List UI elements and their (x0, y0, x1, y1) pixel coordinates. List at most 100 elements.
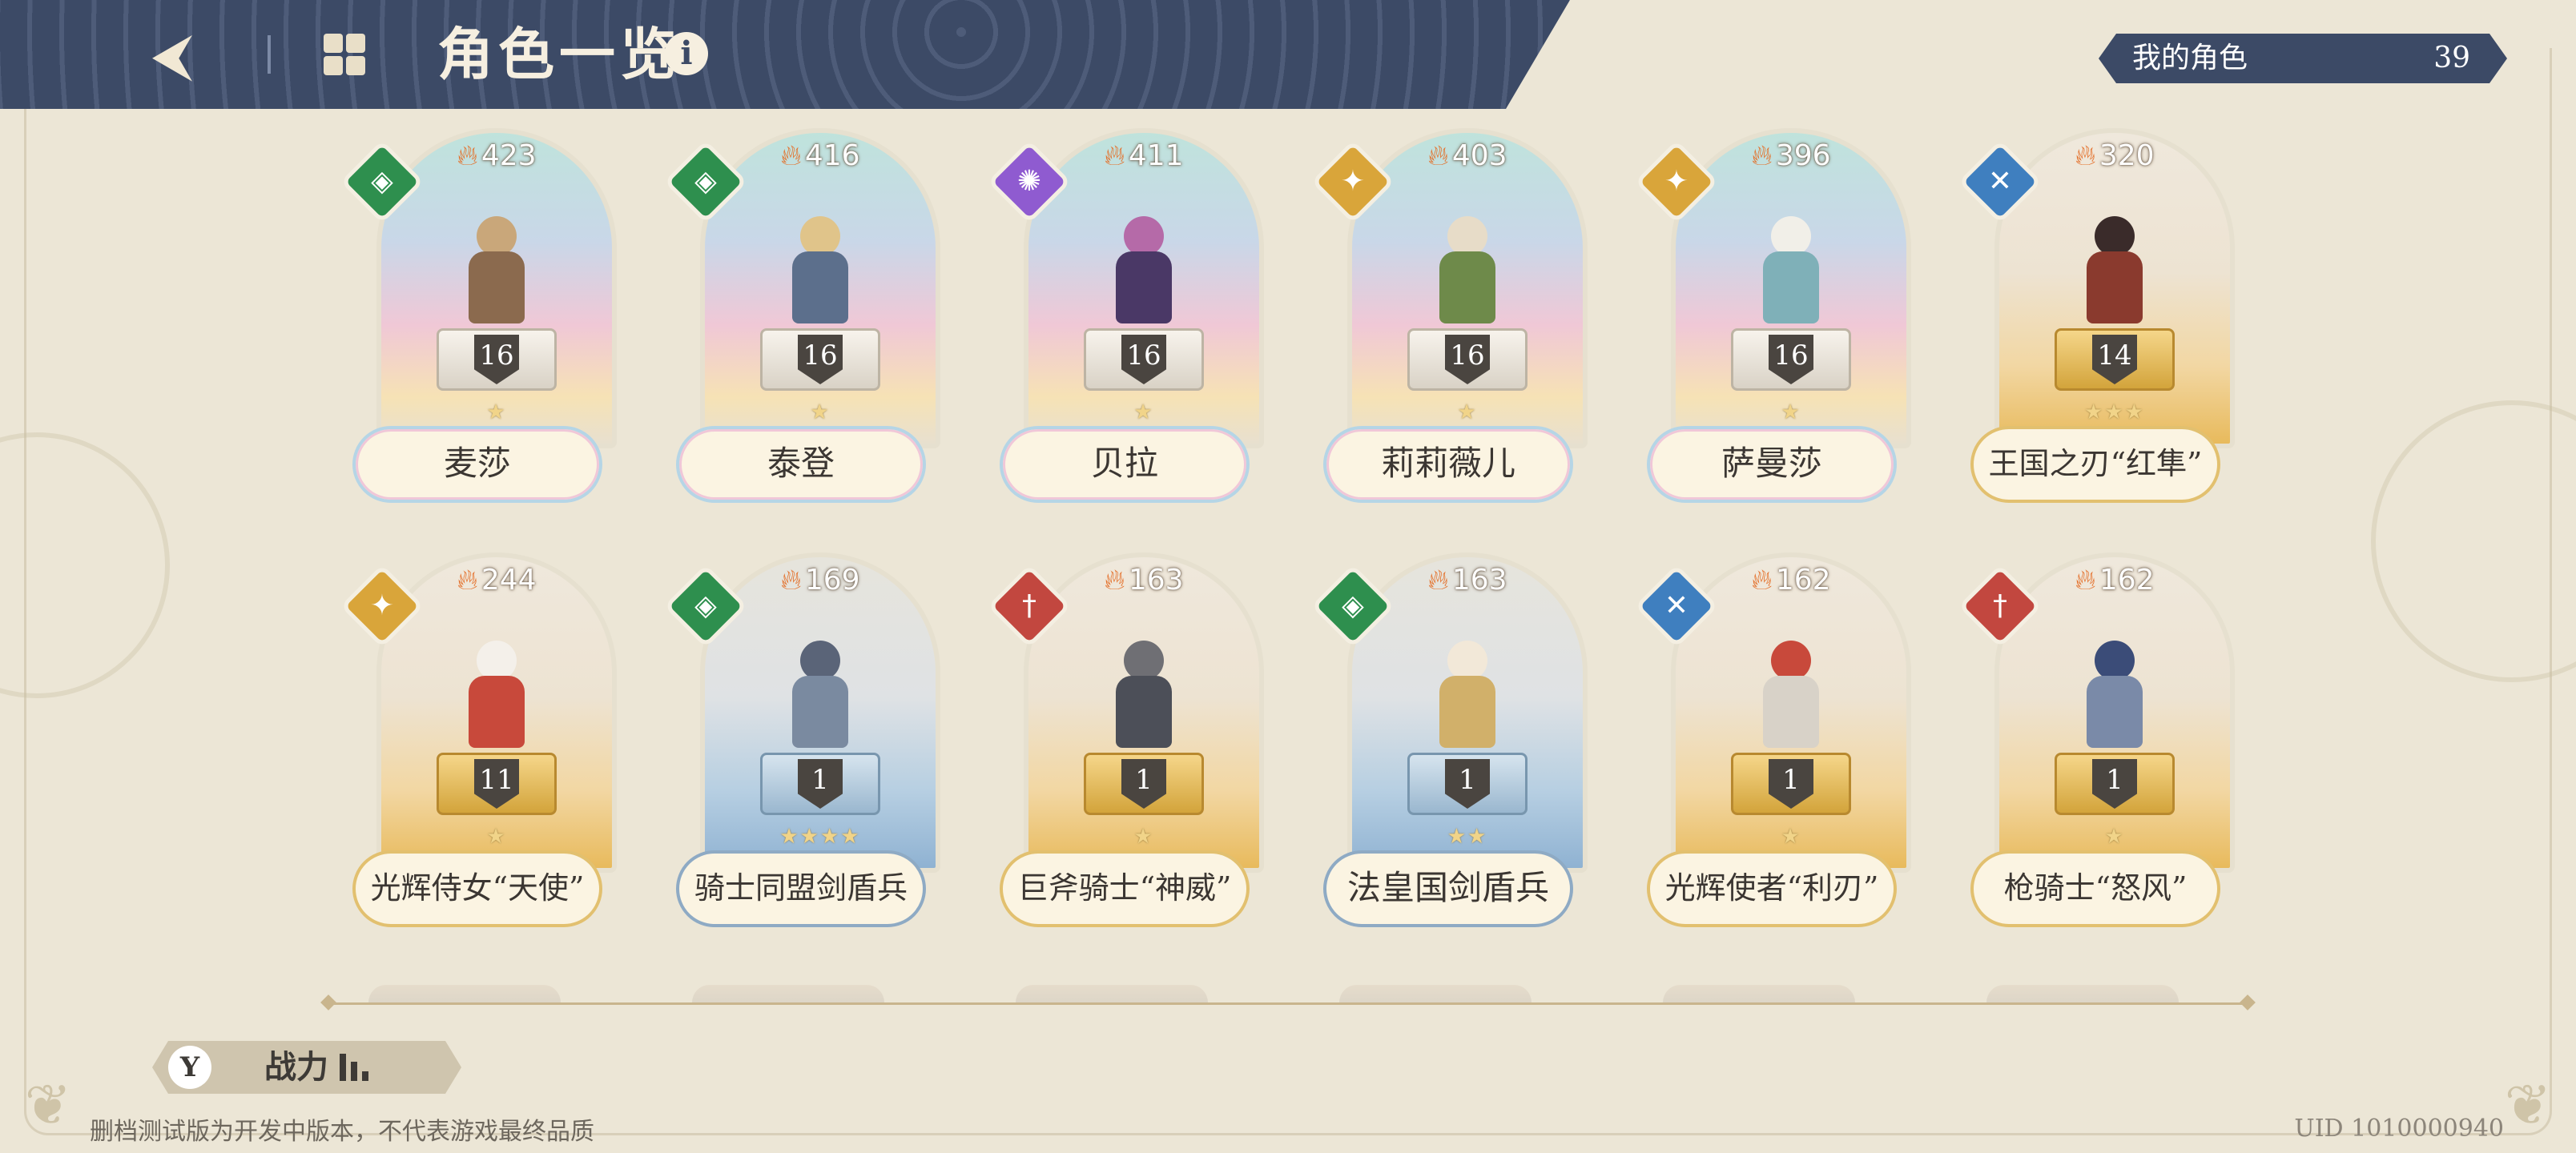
power-value: 163 (1451, 564, 1507, 597)
back-arrow-icon: ⮜ (151, 21, 193, 88)
character-sprite (453, 641, 541, 753)
star-rating: ★ (1457, 400, 1478, 424)
character-name: 光辉侍女“天使” (352, 850, 602, 927)
background-ornament-left (0, 432, 170, 698)
star-rating: ★ (1133, 825, 1154, 849)
character-name: 巨斧骑士“神威” (1000, 850, 1250, 927)
character-name: 莉莉薇儿 (1323, 426, 1573, 503)
star-rating: ★ (1781, 825, 1801, 849)
back-button[interactable]: ⮜ (136, 24, 208, 85)
character-name: 法皇国剑盾兵 (1323, 850, 1573, 927)
next-row-card-peek (368, 985, 561, 1002)
sort-by-power-button[interactable]: Y 战力 (152, 1041, 461, 1094)
flame-icon: 🔥︎ (1427, 139, 1449, 172)
star-rating: ★★★★ (779, 825, 861, 849)
flame-icon: 🔥︎ (1104, 139, 1125, 172)
character-sprite (2071, 216, 2159, 328)
character-name: 王国之刃“红隼” (1970, 426, 2220, 503)
flame-icon: 🔥︎ (1427, 564, 1449, 597)
flame-icon: 🔥︎ (2075, 564, 2096, 597)
power-value: 320 (2099, 139, 2155, 172)
character-name: 骑士同盟剑盾兵 (676, 850, 926, 927)
power-value: 423 (481, 139, 537, 172)
character-name: 贝拉 (1000, 426, 1250, 503)
header-bar (0, 0, 1570, 109)
character-sprite (1100, 216, 1188, 328)
character-sprite (776, 641, 864, 753)
character-card[interactable]: 🔥︎ 403 ✦ 16 ★ 莉莉薇儿 (1310, 128, 1588, 504)
character-card[interactable]: 🔥︎ 244 ✦ 11 ★ 光辉侍女“天使” (340, 552, 617, 929)
character-name: 泰登 (676, 426, 926, 503)
star-rating: ★ (1781, 400, 1801, 424)
next-row-card-peek (692, 985, 884, 1002)
star-rating: ★ (810, 400, 831, 424)
character-name: 麦莎 (352, 426, 602, 503)
user-id: UID 1010000940 (2294, 1115, 2504, 1143)
my-characters-counter: 我的角色 39 (2099, 34, 2507, 83)
page-title: 角色一览 (437, 21, 681, 87)
character-card[interactable]: 🔥︎ 163 † 1 ★ 巨斧骑士“神威” (987, 552, 1264, 929)
flame-icon: 🔥︎ (780, 564, 802, 597)
filter-icon: Y (168, 1046, 211, 1089)
star-rating: ★ (486, 825, 507, 849)
flame-icon: 🔥︎ (1104, 564, 1125, 597)
corner-ornament-bottom-right: ❦ (2504, 1072, 2552, 1138)
grid-view-button[interactable] (320, 30, 368, 78)
star-rating: ★ (486, 400, 507, 424)
star-rating: ★ (2104, 825, 2125, 849)
character-sprite (1747, 641, 1835, 753)
power-value: 162 (2099, 564, 2155, 597)
star-rating: ★★★ (2084, 400, 2145, 424)
character-name: 光辉使者“利刃” (1647, 850, 1897, 927)
character-card[interactable]: 🔥︎ 416 ◈ 16 ★ 泰登 (663, 128, 940, 504)
header-separator (268, 35, 271, 74)
character-sprite (776, 216, 864, 328)
character-card[interactable]: 🔥︎ 163 ◈ 1 ★★ 法皇国剑盾兵 (1310, 552, 1588, 929)
background-ornament-right (2371, 400, 2576, 682)
character-card[interactable]: 🔥︎ 162 ✕ 1 ★ 光辉使者“利刃” (1634, 552, 1911, 929)
power-value: 396 (1775, 139, 1831, 172)
character-sprite (1423, 216, 1511, 328)
character-sprite (1747, 216, 1835, 328)
character-card[interactable]: 🔥︎ 162 † 1 ★ 枪骑士“怒风” (1958, 552, 2235, 929)
info-icon[interactable]: i (665, 32, 708, 75)
character-card[interactable]: 🔥︎ 396 ✦ 16 ★ 萨曼莎 (1634, 128, 1911, 504)
power-value: 403 (1451, 139, 1507, 172)
character-sprite (453, 216, 541, 328)
power-value: 411 (1128, 139, 1184, 172)
build-disclaimer: 删档测试版为开发中版本，不代表游戏最终品质 (90, 1118, 594, 1146)
next-row-card-peek (1986, 985, 2179, 1002)
corner-ornament-bottom-left: ❦ (24, 1072, 72, 1138)
sort-label: 战力 (264, 1048, 328, 1086)
character-sprite (1423, 641, 1511, 753)
next-row-card-peek (1016, 985, 1208, 1002)
flame-icon: 🔥︎ (780, 139, 802, 172)
sort-bars-icon (340, 1054, 372, 1081)
power-value: 244 (481, 564, 537, 597)
star-rating: ★★ (1447, 825, 1488, 849)
flame-icon: 🔥︎ (1751, 564, 1773, 597)
flame-icon: 🔥︎ (457, 139, 478, 172)
character-name: 枪骑士“怒风” (1970, 850, 2220, 927)
next-row-card-peek (1663, 985, 1855, 1002)
power-value: 162 (1775, 564, 1831, 597)
star-rating: ★ (1133, 400, 1154, 424)
next-row-card-peek (1339, 985, 1532, 1002)
character-card[interactable]: 🔥︎ 169 ◈ 1 ★★★★ 骑士同盟剑盾兵 (663, 552, 940, 929)
my-characters-count: 39 (2433, 42, 2470, 74)
character-card[interactable]: 🔥︎ 423 ◈ 16 ★ 麦莎 (340, 128, 617, 504)
grid-divider (328, 1002, 2248, 1005)
header-pattern (0, 0, 1570, 109)
power-value: 169 (804, 564, 860, 597)
flame-icon: 🔥︎ (1751, 139, 1773, 172)
character-name: 萨曼莎 (1647, 426, 1897, 503)
power-value: 163 (1128, 564, 1184, 597)
character-card[interactable]: 🔥︎ 320 ✕ 14 ★★★ 王国之刃“红隼” (1958, 128, 2235, 504)
my-characters-label: 我的角色 (2132, 42, 2248, 74)
flame-icon: 🔥︎ (457, 564, 478, 597)
flame-icon: 🔥︎ (2075, 139, 2096, 172)
character-sprite (1100, 641, 1188, 753)
character-card[interactable]: 🔥︎ 411 ✺ 16 ★ 贝拉 (987, 128, 1264, 504)
character-sprite (2071, 641, 2159, 753)
power-value: 416 (804, 139, 860, 172)
